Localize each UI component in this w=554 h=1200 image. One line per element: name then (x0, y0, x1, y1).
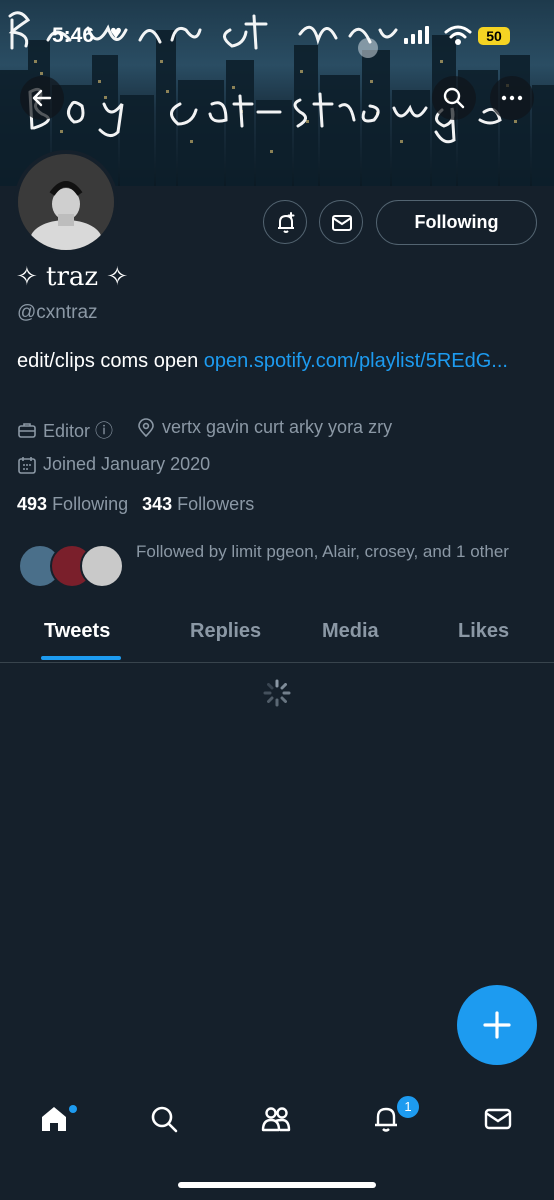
following-count-link[interactable]: 493 Following (17, 494, 128, 514)
display-name: ✧ traz ✧ (16, 262, 129, 292)
search-icon (151, 1106, 178, 1133)
notify-bell-button[interactable] (263, 200, 307, 244)
home-icon (42, 1107, 66, 1131)
following-button[interactable]: Following (376, 200, 537, 245)
briefcase-icon (18, 423, 36, 438)
category-label[interactable]: Editor ⓘ (43, 417, 113, 443)
back-arrow-icon (32, 89, 52, 107)
search-icon (443, 87, 465, 109)
following-label: Following (52, 494, 129, 514)
status-time: 5:46 (52, 24, 95, 47)
followed-by-text[interactable]: Followed by limit pgeon, Alair, crosey, … (136, 538, 516, 565)
nav-messages[interactable] (478, 1099, 518, 1139)
message-button[interactable] (319, 200, 363, 244)
more-dots-icon (501, 95, 523, 101)
heart-icon: ♥ (110, 22, 122, 44)
location-label: vertx gavin curt arky yora zry (162, 417, 393, 437)
following-count: 493 (17, 494, 48, 514)
wifi-icon (444, 25, 472, 45)
followers-label: Followers (177, 494, 255, 514)
follower-avatar[interactable] (80, 544, 124, 588)
profile-bio: edit/clips coms open open.spotify.com/pl… (17, 346, 527, 376)
messages-icon (484, 1108, 512, 1130)
compose-tweet-button[interactable] (457, 985, 537, 1065)
tab-replies[interactable]: Replies (190, 620, 261, 643)
followers-count: 343 (142, 494, 173, 514)
tab-tweets[interactable]: Tweets (44, 620, 110, 643)
nav-home[interactable] (34, 1099, 77, 1139)
tab-likes[interactable]: Likes (458, 620, 509, 643)
home-unread-dot (69, 1105, 77, 1113)
plus-icon (483, 1011, 511, 1039)
bio-link[interactable]: open.spotify.com/playlist/5REdG... (204, 350, 508, 372)
calendar-icon (18, 456, 36, 474)
home-indicator (178, 1182, 376, 1188)
avatar[interactable] (14, 150, 118, 254)
nav-communities[interactable] (256, 1099, 296, 1139)
profile-joined: Joined January 2020 (17, 454, 210, 475)
more-button[interactable] (490, 76, 534, 120)
profile-location: vertx gavin curt arky yora zry (136, 417, 392, 438)
joined-label: Joined January 2020 (43, 454, 211, 474)
follow-counts: 493 Following 343 Followers (17, 494, 254, 515)
profile-tabs: Tweets Replies Media Likes (0, 602, 554, 663)
nav-search[interactable] (144, 1099, 184, 1139)
status-bar: 5:46 ♥ 50 (0, 0, 554, 60)
notification-badge: 1 (395, 1094, 421, 1120)
tab-media[interactable]: Media (322, 620, 379, 643)
search-button[interactable] (432, 76, 476, 120)
battery-indicator: 50 (478, 27, 510, 45)
profile-category: Editor ⓘ (17, 417, 113, 443)
communities-icon (261, 1107, 291, 1132)
location-pin-icon (138, 417, 154, 437)
bio-text: edit/clips coms open (17, 350, 204, 372)
signal-icon (404, 26, 429, 44)
user-handle: @cxntraz (17, 302, 98, 323)
followers-count-link[interactable]: 343 Followers (142, 494, 254, 514)
loading-spinner-icon (263, 679, 291, 707)
back-button[interactable] (20, 76, 64, 120)
envelope-icon (332, 215, 352, 231)
active-tab-indicator (41, 656, 121, 660)
bell-plus-icon (278, 212, 295, 233)
